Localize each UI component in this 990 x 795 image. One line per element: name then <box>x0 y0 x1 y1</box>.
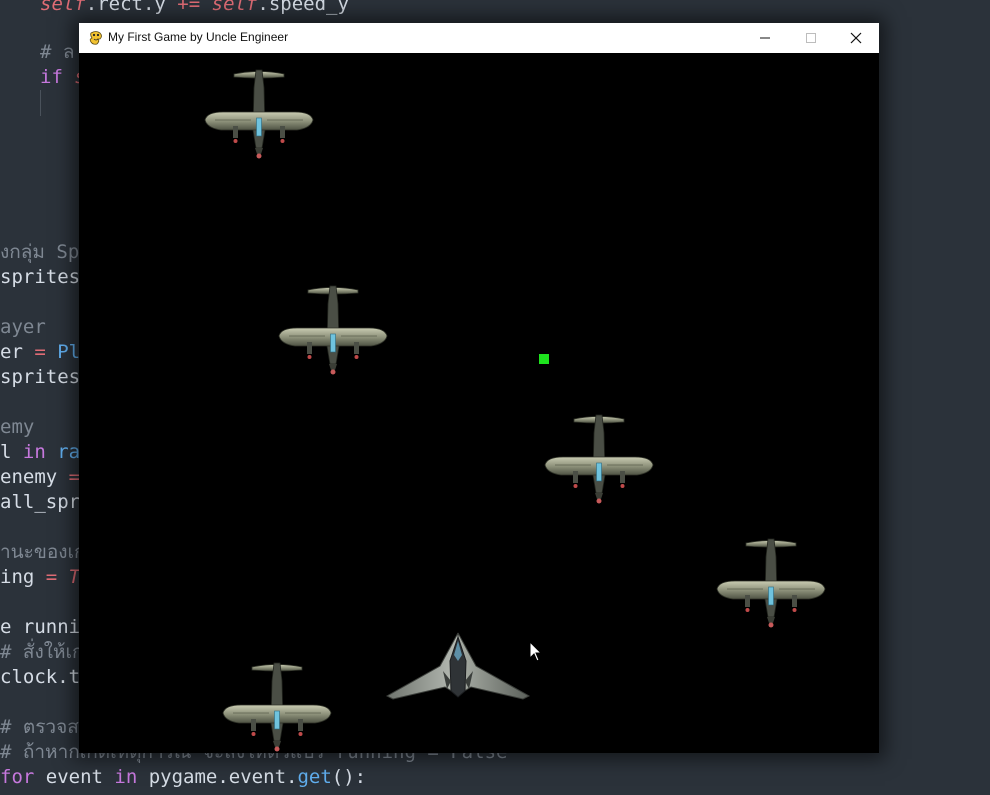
code-token: emy <box>0 416 35 438</box>
code-token: sprites <box>0 266 81 288</box>
code-line: emy <box>0 415 34 440</box>
minimize-icon <box>760 37 770 39</box>
code-token: # ตรวจสอ <box>0 716 91 738</box>
code-token: enemy <box>0 466 69 488</box>
maximize-icon <box>806 33 816 43</box>
bullet <box>539 354 549 364</box>
code-line: sprites <box>0 365 80 390</box>
code-token: = <box>34 341 46 363</box>
code-token: get <box>297 766 332 788</box>
code-line: clock.ti <box>0 665 92 690</box>
minimize-button[interactable] <box>742 23 788 53</box>
window-title: My First Game by Uncle Engineer <box>108 30 289 44</box>
code-token: งกลุ่ม Sp <box>0 241 80 263</box>
code-line: งกลุ่ม Sp <box>0 240 79 265</box>
code-token: l <box>0 441 23 463</box>
code-token: clock.ti <box>0 666 92 688</box>
maximize-button[interactable] <box>788 23 834 53</box>
code-line: all_spri <box>0 490 92 515</box>
close-button[interactable] <box>833 23 879 53</box>
code-token: e runnin <box>0 616 92 638</box>
code-token: .rect.y <box>85 0 178 15</box>
code-line: # ล <box>40 40 75 65</box>
code-line: self.rect.y += self.speed_y <box>40 0 349 17</box>
code-line: l in ran <box>0 440 92 465</box>
code-token: ing <box>0 566 46 588</box>
code-token: # ล <box>40 41 75 63</box>
code-token: (): <box>331 766 367 788</box>
code-line: e runnin <box>0 615 92 640</box>
code-token: if <box>40 66 75 88</box>
code-line: er = Pla <box>0 340 92 365</box>
mouse-cursor-icon <box>529 641 543 662</box>
enemy-plane <box>278 285 388 375</box>
code-token: += <box>177 0 201 15</box>
code-token: event <box>34 766 115 788</box>
code-token: in <box>114 766 138 788</box>
game-canvas[interactable] <box>79 53 879 753</box>
code-token: sprites <box>0 366 81 388</box>
code-token: in <box>22 441 46 463</box>
close-icon <box>850 32 862 44</box>
code-token: self <box>211 0 258 15</box>
indent-guide <box>40 90 41 116</box>
code-line: enemy = <box>0 465 80 490</box>
pygame-snake-icon <box>89 31 102 45</box>
code-token: ayer <box>0 316 46 338</box>
game-window[interactable]: My First Game by Uncle Engineer <box>79 23 879 753</box>
player-jet <box>385 632 531 700</box>
code-token: = <box>45 566 58 588</box>
code-token: for <box>0 766 35 788</box>
code-token: er <box>0 341 35 363</box>
code-token: self <box>40 0 86 15</box>
enemy-plane <box>222 662 332 752</box>
code-line: # ตรวจสอ <box>0 715 90 740</box>
code-token: all_spri <box>0 491 92 513</box>
enemy-plane <box>204 69 314 159</box>
code-line: for event in pygame.event.get(): <box>0 765 366 790</box>
code-line: ing = Tr <box>0 565 92 590</box>
title-bar[interactable]: My First Game by Uncle Engineer <box>79 23 879 54</box>
code-token: .speed_y <box>257 0 349 15</box>
code-line: sprites <box>0 265 80 290</box>
enemy-plane <box>716 538 826 628</box>
code-line: ayer <box>0 315 46 340</box>
enemy-plane <box>544 414 654 504</box>
code-token: pygame.event. <box>137 766 298 788</box>
